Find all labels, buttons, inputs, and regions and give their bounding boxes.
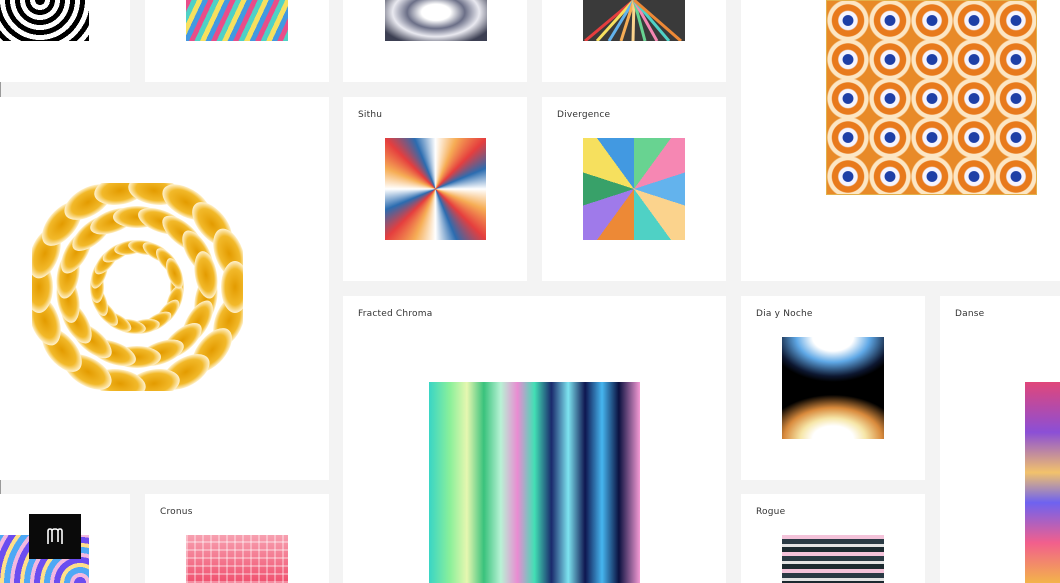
artwork-title[interactable]: Rogue bbox=[756, 507, 785, 517]
brand-logo-icon bbox=[47, 527, 63, 544]
petal-pattern bbox=[25, 175, 249, 399]
artwork-title[interactable]: Fracted Chroma bbox=[358, 309, 432, 319]
artwork-thumbnail[interactable] bbox=[385, 138, 486, 240]
artwork-card-dia-y-noche[interactable]: Dia y Noche bbox=[741, 296, 925, 480]
artwork-title[interactable]: Divergence bbox=[557, 110, 610, 120]
sun-gradient bbox=[782, 387, 884, 439]
artwork-thumbnail[interactable] bbox=[25, 175, 249, 399]
artwork-card-cronus[interactable]: Cronus bbox=[145, 494, 329, 583]
artwork-thumbnail[interactable] bbox=[826, 0, 1037, 195]
artwork-thumbnail[interactable] bbox=[583, 0, 685, 43]
artwork-card-divergence[interactable]: Divergence bbox=[542, 97, 726, 281]
artwork-card-spiral[interactable] bbox=[0, 0, 130, 82]
artwork-card-squares[interactable] bbox=[741, 0, 1060, 281]
artwork-thumbnail[interactable] bbox=[429, 382, 640, 583]
artwork-card-danse[interactable]: Danse bbox=[940, 296, 1060, 583]
artwork-thumbnail[interactable] bbox=[782, 337, 884, 439]
artwork-card-sithu[interactable]: Sithu bbox=[343, 97, 527, 281]
artwork-card-fracted-chroma[interactable]: Fracted Chroma bbox=[343, 296, 726, 583]
artwork-thumbnail[interactable] bbox=[782, 535, 884, 583]
artwork-thumbnail[interactable] bbox=[583, 138, 685, 240]
artwork-title[interactable]: Danse bbox=[955, 309, 984, 319]
artwork-thumbnail[interactable] bbox=[186, 535, 288, 583]
artwork-thumbnail[interactable] bbox=[1025, 382, 1060, 583]
artwork-thumbnail[interactable] bbox=[385, 0, 487, 41]
artwork-card-rogue[interactable]: Rogue bbox=[741, 494, 925, 583]
artwork-card-waves[interactable] bbox=[145, 0, 329, 82]
artwork-thumbnail[interactable] bbox=[0, 0, 89, 41]
artwork-title[interactable]: Sithu bbox=[358, 110, 382, 120]
artwork-thumbnail[interactable] bbox=[186, 0, 288, 41]
artwork-card-sunflower[interactable] bbox=[0, 97, 329, 480]
rays-pattern bbox=[584, 0, 682, 43]
artwork-card-swirl[interactable] bbox=[343, 0, 527, 82]
artwork-title[interactable]: Dia y Noche bbox=[756, 309, 813, 319]
artwork-card-rays[interactable] bbox=[542, 0, 726, 82]
brand-logo[interactable] bbox=[29, 514, 81, 559]
artwork-title[interactable]: Cronus bbox=[160, 507, 193, 517]
